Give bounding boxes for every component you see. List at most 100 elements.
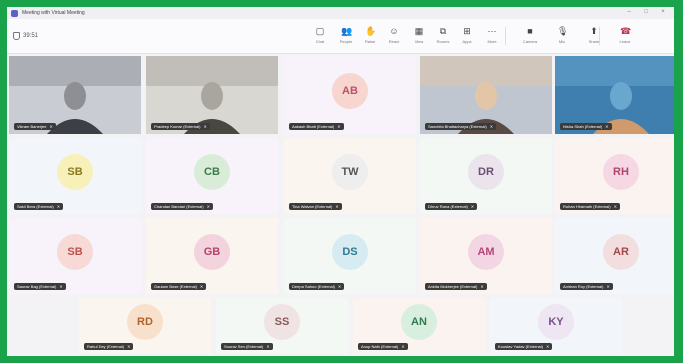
avatar: AR (603, 234, 639, 270)
share-label: Share (588, 39, 600, 44)
participant-tile[interactable]: SB Sakil Bera (External) ✕ (9, 138, 141, 214)
people-label: People (339, 39, 353, 44)
toolbar-separator (599, 27, 600, 45)
participant-tile[interactable]: AR Anirban Roy (External) ✕ (555, 218, 674, 294)
mic-off-icon: ✕ (337, 124, 341, 129)
avatar: RD (127, 304, 163, 340)
maximize-button[interactable]: □ (641, 9, 651, 15)
participant-name: Vikram Banerjee (17, 124, 47, 129)
avatar: DR (468, 154, 504, 190)
participant-tile[interactable]: RD Rahul Dey (External) ✕ (79, 298, 211, 354)
participant-tile[interactable]: Sanchita Bhattacharya (External) ✕ (420, 56, 552, 134)
participant-name: Sourav Sen (External) (224, 344, 264, 349)
participant-tile[interactable]: Nisha Shah (External) ✕ (555, 56, 674, 134)
mic-off-icon: ✕ (199, 284, 204, 289)
participant-nameplate: Pradeep Kumar (External) ✕ (151, 123, 210, 130)
rooms-button[interactable]: ⧉ Rooms (432, 23, 454, 49)
react-button[interactable]: ☺ React (383, 23, 405, 49)
mic-icon: 🎙 (557, 26, 569, 36)
participant-tile[interactable]: RH Rohan Hiramath (External) ✕ (555, 138, 674, 214)
participant-nameplate: Chandan Bandari (External) ✕ (151, 203, 213, 210)
close-window-button[interactable]: × (658, 9, 668, 15)
meeting-window: Meeting with Virtual Meeting – □ × 39:51… (7, 7, 674, 356)
participant-nameplate: Deepa Sahoo (External) ✕ (289, 283, 345, 290)
rooms-icon: ⧉ (439, 26, 447, 36)
view-button[interactable]: ▦ View (408, 23, 430, 49)
participant-tile[interactable]: TW Tina Walvan (External) ✕ (284, 138, 416, 214)
react-label: React (388, 39, 400, 44)
mic-off-icon: ✕ (480, 284, 484, 289)
mic-off-icon: ✕ (470, 204, 475, 209)
chat-button[interactable]: ▢ Chat (309, 23, 331, 49)
participant-tile[interactable]: AN Anup Nath (External) ✕ (353, 298, 485, 354)
leave-phone-icon: ☎ (620, 26, 632, 36)
share-button[interactable]: ⬆ Share (583, 23, 605, 49)
chat-label: Chat (315, 39, 325, 44)
raise-button[interactable]: ✋ Raise (359, 23, 381, 49)
avatar: DS (332, 234, 368, 270)
more-button[interactable]: ⋯ More (481, 23, 503, 49)
participant-tile[interactable]: DR Dhruv Rana (External) ✕ (420, 138, 552, 214)
camera-icon: ■ (527, 26, 533, 36)
participant-nameplate: Gautam Bose (External) ✕ (151, 283, 207, 290)
people-button[interactable]: 👥 People (335, 23, 357, 49)
mic-off-icon: ✕ (401, 344, 405, 349)
participant-tile[interactable]: DS Deepa Sahoo (External) ✕ (284, 218, 416, 294)
participant-tile[interactable]: AM Ankita Mukherjee (External) ✕ (420, 218, 552, 294)
participant-name: Deepa Sahoo (External) (292, 284, 335, 289)
participant-tile[interactable]: KY Koustav Yadav (External) ✕ (490, 298, 622, 354)
participant-tile[interactable]: AB Aakash Bhatt (External) ✕ (284, 56, 416, 134)
minimize-button[interactable]: – (624, 9, 634, 15)
participant-name: Sanchita Bhattacharya (External) (428, 124, 487, 129)
view-label: View (414, 39, 424, 44)
mic-button[interactable]: 🎙 Mic (551, 23, 573, 49)
participant-nameplate: Sourav Sen (External) ✕ (221, 343, 273, 350)
avatar: RH (603, 154, 639, 190)
participant-tile[interactable]: Vikram Banerjee ✕ (9, 56, 141, 134)
camera-button[interactable]: ■ Camera (519, 23, 541, 49)
participant-name: Gautam Bose (External) (154, 284, 197, 289)
participant-nameplate: Ankita Mukherjee (External) ✕ (425, 283, 487, 290)
participant-nameplate: Dhruv Rana (External) ✕ (425, 203, 478, 210)
participant-name: Sakil Bera (External) (17, 204, 54, 209)
mic-off-icon: ✕ (203, 124, 207, 129)
mic-off-icon: ✕ (206, 204, 210, 209)
avatar: SS (264, 304, 300, 340)
mic-off-icon: ✕ (337, 284, 342, 289)
avatar: KY (538, 304, 574, 340)
mic-off-icon: ✕ (489, 124, 494, 129)
participant-name: Nisha Shah (External) (563, 124, 603, 129)
participant-nameplate: Nisha Shah (External) ✕ (560, 123, 612, 130)
avatar: GB (194, 234, 230, 270)
participant-nameplate: Rahul Dey (External) ✕ (84, 343, 134, 350)
participant-tile[interactable]: CB Chandan Bandari (External) ✕ (146, 138, 278, 214)
raise-label: Raise (364, 39, 376, 44)
leave-button[interactable]: ☎ Leave (614, 23, 636, 49)
meeting-timer: 39:51 (13, 32, 38, 40)
participant-nameplate: Anup Nath (External) ✕ (358, 343, 408, 350)
window-title: Meeting with Virtual Meeting (22, 10, 85, 16)
rooms-label: Rooms (436, 39, 450, 44)
mic-off-icon: ✕ (606, 284, 610, 289)
avatar: AB (332, 73, 368, 109)
mic-off-icon: ✕ (605, 124, 609, 129)
participant-name: Pradeep Kumar (External) (154, 124, 201, 129)
participant-nameplate: Tina Walvan (External) ✕ (289, 203, 342, 210)
teams-logo-icon (11, 9, 18, 17)
avatar: AM (468, 234, 504, 270)
participant-tile[interactable]: GB Gautam Bose (External) ✕ (146, 218, 278, 294)
chat-icon: ▢ (315, 26, 325, 36)
mic-off-icon: ✕ (546, 344, 550, 349)
participant-name: Anup Nath (External) (361, 344, 399, 349)
leave-label: Leave (619, 39, 631, 44)
participant-nameplate: Saurav Bag (External) ✕ (14, 283, 66, 290)
share-icon: ⬆ (590, 26, 598, 36)
avatar: CB (194, 154, 230, 190)
mic-off-icon: ✕ (266, 344, 270, 349)
avatar: SB (57, 154, 93, 190)
participant-tile[interactable]: SS Sourav Sen (External) ✕ (216, 298, 348, 354)
apps-button[interactable]: ⊞ Apps (456, 23, 478, 49)
participant-tile[interactable]: SB Saurav Bag (External) ✕ (9, 218, 141, 294)
toolbar-separator (505, 27, 506, 45)
participant-tile[interactable]: Pradeep Kumar (External) ✕ (146, 56, 278, 134)
